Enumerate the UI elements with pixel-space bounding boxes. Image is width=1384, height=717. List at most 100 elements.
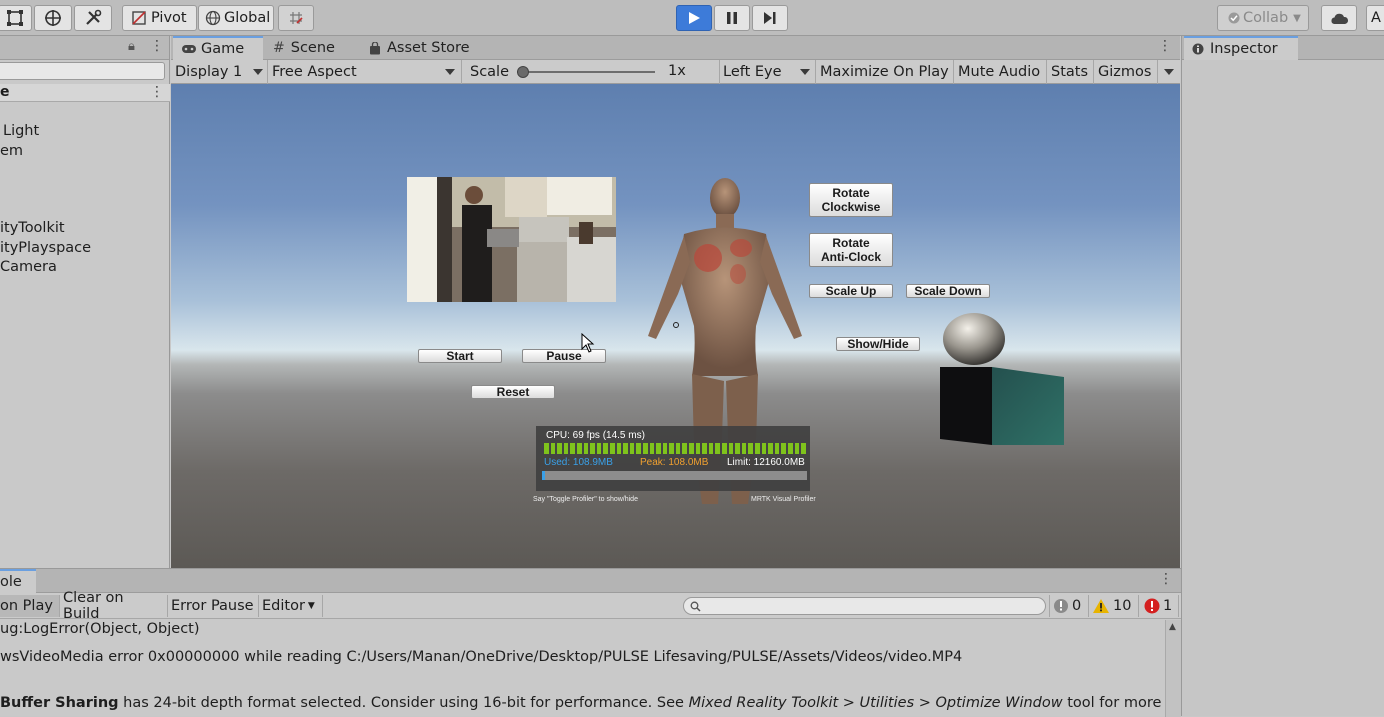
inspector-tab-row: Inspector: [1182, 36, 1384, 60]
scene-header[interactable]: e ⋮: [0, 84, 170, 102]
frame-time-bar: [603, 443, 608, 454]
profiler-hint-left: Say "Toggle Profiler" to show/hide: [533, 496, 638, 503]
console-search-input[interactable]: [683, 597, 1046, 615]
collab-button[interactable]: Collab ▼: [1217, 5, 1309, 31]
frame-time-bar: [761, 443, 767, 454]
account-button[interactable]: A: [1366, 5, 1384, 31]
tab-scene[interactable]: # Scene: [265, 36, 361, 60]
transform-tool-button[interactable]: [34, 5, 72, 31]
cloud-button[interactable]: [1321, 5, 1357, 31]
menu-dots-icon[interactable]: ⋮: [150, 38, 164, 54]
console-tab-row: ole ⋮: [0, 569, 1181, 593]
gizmos-dropdown-arrow-icon: [1164, 69, 1174, 75]
rotate-anticlock-button[interactable]: Rotate Anti-Clock: [809, 233, 893, 267]
game-view-panel: Game # Scene Asset Store ⋮ Display 1 Fre…: [171, 36, 1180, 568]
log-bold-text: Buffer Sharing: [0, 695, 119, 711]
main-toolbar: Pivot Global Collab ▼ A: [0, 0, 1384, 36]
hierarchy-item-toolkit[interactable]: ityToolkit: [0, 220, 65, 236]
mute-audio-toggle[interactable]: Mute Audio: [954, 60, 1047, 84]
play-icon: [689, 12, 700, 24]
tab-console[interactable]: ole: [0, 569, 36, 593]
scale-slider-track[interactable]: [517, 71, 655, 73]
hierarchy-item-playspace[interactable]: ityPlayspace: [0, 240, 91, 256]
hierarchy-item-camera[interactable]: Camera: [0, 259, 57, 275]
lock-icon[interactable]: 🔒︎: [128, 39, 135, 54]
scale-slider-thumb[interactable]: [517, 66, 529, 78]
error-filter-toggle[interactable]: 1: [1141, 595, 1179, 617]
tab-game[interactable]: Game: [173, 36, 263, 60]
frame-time-bar: [596, 443, 602, 454]
hierarchy-item-light[interactable]: Light: [3, 123, 39, 139]
gizmos-label: Gizmos: [1098, 64, 1152, 80]
stats-toggle[interactable]: Stats: [1047, 60, 1094, 84]
visual-profiler-panel: CPU: 69 fps (14.5 ms) Used: 108.9MB Peak…: [536, 426, 810, 491]
frame-time-bar: [748, 443, 753, 454]
rect-tool-button[interactable]: [0, 5, 32, 31]
show-hide-button[interactable]: Show/Hide: [836, 337, 920, 351]
cloud-icon: [1331, 13, 1349, 24]
scale-down-button[interactable]: Scale Down: [906, 284, 990, 298]
clear-on-play-label: on Play: [0, 598, 53, 614]
step-button[interactable]: [752, 5, 788, 31]
frame-time-bar: [675, 443, 681, 454]
global-button[interactable]: Global: [198, 5, 274, 31]
maximize-on-play-toggle[interactable]: Maximize On Play: [816, 60, 954, 84]
frame-time-bar: [768, 443, 773, 454]
gizmos-dropdown[interactable]: [1158, 60, 1180, 84]
hierarchy-tab-row: 🔒︎ ⋮: [0, 36, 169, 60]
scale-up-button[interactable]: Scale Up: [809, 284, 893, 298]
hierarchy-search-input[interactable]: [0, 62, 165, 80]
gizmos-toggle[interactable]: Gizmos: [1094, 60, 1158, 84]
error-pause-toggle[interactable]: Error Pause: [168, 595, 259, 617]
console-log-list[interactable]: ug:LogError(Object, Object) wsVideoMedia…: [0, 620, 1165, 717]
display-label: Display 1: [175, 64, 243, 80]
play-button[interactable]: [676, 5, 712, 31]
globe-icon: [205, 10, 221, 26]
console-menu-icon[interactable]: ⋮: [1159, 571, 1173, 587]
tab-asset-store[interactable]: Asset Store: [361, 36, 481, 60]
tab-game-label: Game: [201, 41, 245, 57]
rotate-clockwise-button[interactable]: Rotate Clockwise: [809, 183, 893, 217]
start-button[interactable]: Start: [418, 349, 502, 363]
scene-menu-icon[interactable]: ⋮: [150, 84, 164, 100]
clear-on-build-toggle[interactable]: Clear on Build: [60, 590, 168, 622]
maximize-label: Maximize On Play: [820, 64, 949, 80]
frame-time-bar: [583, 443, 589, 454]
log-line-buffer-sharing[interactable]: Buffer Sharing has 24-bit depth format s…: [0, 695, 1165, 711]
frame-time-bar: [609, 443, 615, 454]
info-count: 0: [1072, 598, 1082, 614]
snap-button[interactable]: [278, 5, 314, 31]
warning-filter-toggle[interactable]: 10: [1089, 595, 1139, 617]
rotate-clockwise-line1: Rotate: [832, 186, 870, 200]
pause-button[interactable]: [714, 5, 750, 31]
aspect-dropdown[interactable]: Free Aspect: [268, 60, 462, 84]
frame-time-bar: [636, 443, 641, 454]
frame-time-bar: [741, 443, 747, 454]
warning-icon: [1093, 599, 1109, 613]
frame-time-bar: [695, 443, 701, 454]
info-filter-toggle[interactable]: 0: [1049, 595, 1089, 617]
editor-dropdown[interactable]: Editor ▼: [259, 595, 323, 617]
frame-time-bar: [801, 443, 806, 454]
memory-bar-fill: [542, 471, 545, 480]
tab-inspector[interactable]: Inspector: [1184, 36, 1298, 60]
game-canvas[interactable]: Rotate Clockwise Rotate Anti-Clock Scale…: [171, 84, 1180, 568]
clear-on-play-toggle[interactable]: on Play: [0, 595, 60, 617]
grid-snap-icon: [290, 12, 303, 24]
custom-tool-button[interactable]: [74, 5, 112, 31]
tab-scene-label: Scene: [290, 40, 335, 56]
reset-button[interactable]: Reset: [471, 385, 555, 399]
console-scrollbar[interactable]: ▲: [1165, 620, 1181, 717]
inspector-title: Inspector: [1210, 41, 1278, 57]
frame-time-bar: [550, 443, 556, 454]
display-dropdown[interactable]: Display 1: [171, 60, 268, 84]
log-line-video-error[interactable]: wsVideoMedia error 0x00000000 while read…: [0, 649, 962, 665]
frame-time-bar: [755, 443, 760, 454]
pivot-button[interactable]: Pivot: [122, 5, 197, 31]
scroll-up-icon[interactable]: ▲: [1169, 622, 1176, 632]
log-line-logerror[interactable]: ug:LogError(Object, Object): [0, 621, 200, 637]
hierarchy-item-system[interactable]: em: [0, 143, 23, 159]
view-menu-icon[interactable]: ⋮: [1158, 38, 1172, 54]
eye-label: Left Eye: [723, 64, 782, 80]
eye-dropdown[interactable]: Left Eye: [719, 60, 816, 84]
